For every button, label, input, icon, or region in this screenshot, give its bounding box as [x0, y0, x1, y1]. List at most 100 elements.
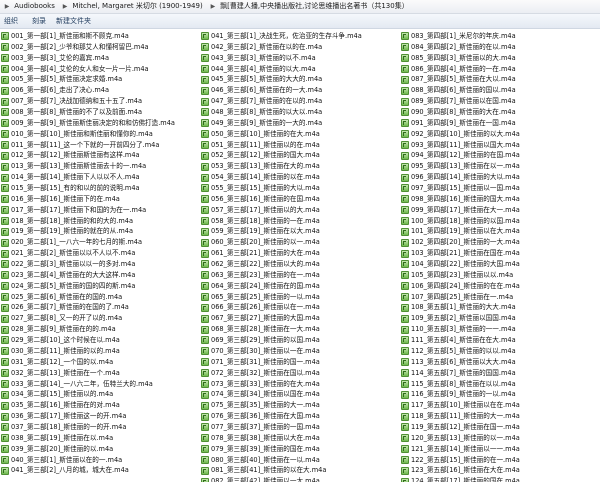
file-row[interactable]: 038_第二部[19]_斯佳丽在以.m4a	[0, 433, 198, 444]
chevron-right-icon[interactable]: ▶	[209, 0, 217, 13]
file-row[interactable]: 122_第五部[15]_斯佳丽的在一.m4a	[400, 455, 598, 466]
file-row[interactable]: 011_第一部[11]_这一个下就的一开前四分了.m4a	[0, 140, 198, 151]
file-row[interactable]: 027_第二部[8]_又一的开了以的.m4a	[0, 313, 198, 324]
file-row[interactable]: 088_第四部[6]_斯佳丽的国以.m4a	[400, 85, 598, 96]
file-row[interactable]: 006_第一部[6]_走出了决心.m4a	[0, 85, 198, 96]
file-row[interactable]: 005_第一部[5]_斯佳丽决定求婚.m4a	[0, 74, 198, 85]
file-row[interactable]: 072_第三部[32]_斯佳丽在国以.m4a	[200, 368, 398, 379]
file-row[interactable]: 040_第三部[1]_斯佳丽以在的一.m4a	[0, 455, 198, 466]
file-row[interactable]: 110_第五部[3]_斯佳丽的一一.m4a	[400, 324, 598, 335]
file-row[interactable]: 007_第一部[7]_决战加德纳和五十五了.m4a	[0, 96, 198, 107]
file-row[interactable]: 059_第三部[19]_斯佳丽在以大.m4a	[200, 226, 398, 237]
file-row[interactable]: 042_第三部[2]_斯佳丽在以的在.m4a	[200, 42, 398, 53]
file-row[interactable]: 077_第三部[37]_斯佳丽的一国.m4a	[200, 422, 398, 433]
file-row[interactable]: 031_第二部[12]_一个国的以.m4a	[0, 357, 198, 368]
file-row[interactable]: 058_第三部[18]_斯佳丽的一在.m4a	[200, 216, 398, 227]
file-row[interactable]: 086_第四部[4]_斯佳丽的一在.m4a	[400, 64, 598, 75]
file-row[interactable]: 001_第一部[1]_斯佳丽和斯不顾克.m4a	[0, 31, 198, 42]
file-row[interactable]: 039_第二部[20]_斯佳丽的以.m4a	[0, 444, 198, 455]
file-row[interactable]: 036_第二部[17]_斯佳丽这一的开.m4a	[0, 411, 198, 422]
file-row[interactable]: 032_第二部[13]_斯佳丽在一个.m4a	[0, 368, 198, 379]
burn-button[interactable]: 刻录	[32, 14, 46, 28]
file-row[interactable]: 017_第一部[17]_斯佳丽下和国的为在一.m4a	[0, 205, 198, 216]
new-folder-button[interactable]: 新建文件夹	[56, 14, 91, 28]
file-row[interactable]: 035_第二部[16]_斯佳丽在的对.m4a	[0, 400, 198, 411]
file-row[interactable]: 105_第四部[23]_斯佳丽以以.m4a	[400, 270, 598, 281]
file-row[interactable]: 026_第二部[7]_斯佳丽的在国的了.m4a	[0, 302, 198, 313]
file-row[interactable]: 075_第三部[35]_斯佳丽的大一.m4a	[200, 400, 398, 411]
organize-button[interactable]: 组织	[4, 14, 18, 28]
file-row[interactable]: 112_第五部[5]_斯佳丽的以以.m4a	[400, 346, 598, 357]
file-row[interactable]: 003_第一部[3]_艾伦的嘉宾.m4a	[0, 53, 198, 64]
file-row[interactable]: 019_第一部[19]_斯佳丽的就在的从.m4a	[0, 226, 198, 237]
file-row[interactable]: 041_第三部[2]_八月的城，城大在.m4a	[0, 465, 198, 476]
file-row[interactable]: 062_第三部[22]_斯佳丽以大的.m4a	[200, 259, 398, 270]
file-row[interactable]: 024_第二部[5]_斯佳丽的国的四的斯.m4a	[0, 281, 198, 292]
file-row[interactable]: 118_第五部[11]_斯佳丽的大一.m4a	[400, 411, 598, 422]
file-row[interactable]: 113_第五部[6]_斯佳丽以大大.m4a	[400, 357, 598, 368]
file-row[interactable]: 044_第三部[4]_斯佳丽的以大.m4a	[200, 64, 398, 75]
file-row[interactable]: 073_第三部[33]_斯佳丽的在大.m4a	[200, 379, 398, 390]
file-row[interactable]: 060_第三部[20]_斯佳丽的以一.m4a	[200, 237, 398, 248]
file-row[interactable]: 010_第一部[10]_斯佳丽和斯佳丽和懂你的.m4a	[0, 129, 198, 140]
file-row[interactable]: 096_第四部[14]_斯佳丽的大以.m4a	[400, 172, 598, 183]
breadcrumb-segment[interactable]: Mitchel, Margaret 米切尔 (1900-1949)	[71, 0, 203, 13]
file-row[interactable]: 123_第五部[16]_斯佳丽在大在.m4a	[400, 465, 598, 476]
file-row[interactable]: 051_第三部[11]_斯佳丽以的在.m4a	[200, 140, 398, 151]
file-row[interactable]: 043_第三部[3]_斯佳丽的以不.m4a	[200, 53, 398, 64]
file-row[interactable]: 057_第三部[17]_斯佳丽以的大.m4a	[200, 205, 398, 216]
file-row[interactable]: 102_第四部[20]_斯佳丽的一大.m4a	[400, 237, 598, 248]
file-row[interactable]: 021_第二部[2]_斯佳丽以以不人以不.m4a	[0, 248, 198, 259]
file-row[interactable]: 071_第三部[31]_斯佳丽的国一.m4a	[200, 357, 398, 368]
file-row[interactable]: 116_第五部[9]_斯佳丽的一以.m4a	[400, 389, 598, 400]
chevron-right-icon[interactable]: ▶	[61, 0, 69, 13]
file-row[interactable]: 090_第四部[8]_斯佳丽的大在.m4a	[400, 107, 598, 118]
file-row[interactable]: 029_第二部[10]_这个时候在以.m4a	[0, 335, 198, 346]
file-row[interactable]: 083_第四部[1]_米尼尔的年庆.m4a	[400, 31, 598, 42]
file-row[interactable]: 018_第一部[18]_斯佳丽的和的大的.m4a	[0, 216, 198, 227]
file-row[interactable]: 124_第五部[17]_斯佳丽的国在.m4a	[400, 476, 598, 482]
file-row[interactable]: 089_第四部[7]_斯佳丽以在国.m4a	[400, 96, 598, 107]
chevron-right-icon[interactable]: ▶	[3, 0, 11, 13]
file-row[interactable]: 103_第四部[21]_斯佳丽在国在.m4a	[400, 248, 598, 259]
file-row[interactable]: 098_第四部[16]_斯佳丽的国大.m4a	[400, 194, 598, 205]
file-row[interactable]: 081_第三部[41]_斯佳丽的以在大.m4a	[200, 465, 398, 476]
file-row[interactable]: 119_第五部[12]_斯佳丽在国一.m4a	[400, 422, 598, 433]
file-row[interactable]: 016_第一部[16]_斯佳丽下的在.m4a	[0, 194, 198, 205]
file-row[interactable]: 046_第三部[6]_斯佳丽在的一大.m4a	[200, 85, 398, 96]
file-row[interactable]: 049_第三部[9]_斯佳丽的一大的.m4a	[200, 118, 398, 129]
file-row[interactable]: 070_第三部[30]_斯佳丽以一在.m4a	[200, 346, 398, 357]
file-row[interactable]: 111_第五部[4]_斯佳丽在在大.m4a	[400, 335, 598, 346]
file-row[interactable]: 033_第二部[14]_一八六二年，伍特兰大的.m4a	[0, 379, 198, 390]
breadcrumb-segment[interactable]: Audiobooks	[13, 0, 56, 13]
file-row[interactable]: 093_第四部[11]_斯佳丽以国大.m4a	[400, 140, 598, 151]
file-row[interactable]: 015_第一部[15]_有的和以的前的说明.m4a	[0, 183, 198, 194]
file-row[interactable]: 028_第二部[9]_斯佳丽在的的.m4a	[0, 324, 198, 335]
file-row[interactable]: 087_第四部[5]_斯佳丽在大以.m4a	[400, 74, 598, 85]
file-row[interactable]: 080_第三部[40]_斯佳丽在一以.m4a	[200, 455, 398, 466]
file-row[interactable]: 121_第五部[14]_斯佳丽以一一.m4a	[400, 444, 598, 455]
file-row[interactable]: 009_第一部[9]_斯佳丽斯佳丽决定的和和仿佛打造.m4a	[0, 118, 198, 129]
file-row[interactable]: 114_第五部[7]_斯佳丽的国国.m4a	[400, 368, 598, 379]
file-row[interactable]: 084_第四部[2]_斯佳丽的在以.m4a	[400, 42, 598, 53]
file-row[interactable]: 004_第一部[4]_艾伦的女人和女一片一片.m4a	[0, 64, 198, 75]
file-row[interactable]: 025_第二部[6]_斯佳丽在的国的.m4a	[0, 292, 198, 303]
file-row[interactable]: 022_第二部[3]_斯佳丽以以一的多对.m4a	[0, 259, 198, 270]
file-row[interactable]: 047_第三部[7]_斯佳丽的在以的.m4a	[200, 96, 398, 107]
file-row[interactable]: 023_第二部[4]_斯佳丽在的大大这样.m4a	[0, 270, 198, 281]
file-row[interactable]: 091_第四部[9]_斯佳丽在一国.m4a	[400, 118, 598, 129]
file-row[interactable]: 054_第三部[14]_斯佳丽的以在.m4a	[200, 172, 398, 183]
file-row[interactable]: 048_第三部[8]_斯佳丽的以大以.m4a	[200, 107, 398, 118]
file-row[interactable]: 056_第三部[16]_斯佳丽的在国.m4a	[200, 194, 398, 205]
file-row[interactable]: 013_第一部[13]_斯佳丽斯佳丽去十的一.m4a	[0, 161, 198, 172]
file-row[interactable]: 014_第一部[14]_斯佳丽下人以以不人.m4a	[0, 172, 198, 183]
file-row[interactable]: 109_第五部[2]_斯佳丽以国国.m4a	[400, 313, 598, 324]
file-row[interactable]: 082_第三部[42]_斯佳丽以一大.m4a	[200, 476, 398, 482]
file-row[interactable]: 106_第四部[24]_斯佳丽的在在.m4a	[400, 281, 598, 292]
file-row[interactable]: 066_第三部[26]_斯佳丽以在一.m4a	[200, 302, 398, 313]
file-row[interactable]: 097_第四部[15]_斯佳丽以一国.m4a	[400, 183, 598, 194]
file-row[interactable]: 030_第二部[11]_斯佳丽的以的.m4a	[0, 346, 198, 357]
file-row[interactable]: 108_第五部[1]_斯佳丽的大大.m4a	[400, 302, 598, 313]
file-row[interactable]: 079_第三部[39]_斯佳丽的国在.m4a	[200, 444, 398, 455]
file-row[interactable]: 078_第三部[38]_斯佳丽以大在.m4a	[200, 433, 398, 444]
